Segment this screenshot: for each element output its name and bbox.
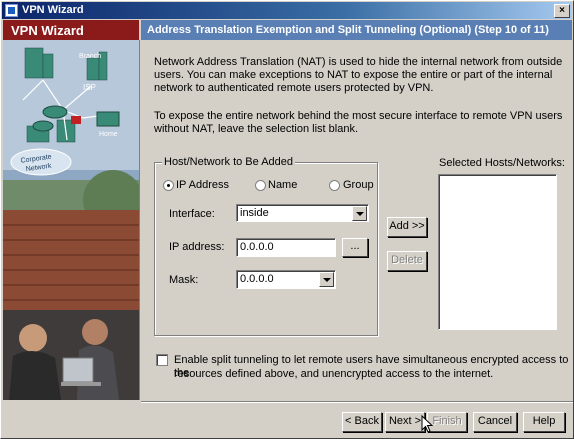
mask-label: Mask: (169, 274, 199, 286)
description-line: To expose the entire network behind the … (154, 110, 563, 122)
split-tunneling-checkbox[interactable] (156, 354, 168, 366)
close-icon[interactable]: × (554, 4, 570, 18)
sidebar-label-branch: Branch (79, 53, 101, 60)
back-button[interactable]: < Back (342, 412, 382, 432)
interface-label: Interface: (169, 208, 215, 220)
ip-address-label: IP address: (169, 241, 225, 253)
add-button[interactable]: Add >> (387, 217, 427, 237)
radio-group[interactable] (329, 180, 340, 191)
description-line: users. You can make exceptions to NAT to… (154, 69, 553, 81)
mask-value: 0.0.0.0 (240, 273, 274, 285)
dropdown-arrow-icon[interactable] (319, 272, 334, 287)
browse-button[interactable]: ... (342, 238, 368, 257)
next-button[interactable]: Next > (385, 412, 425, 432)
radio-name[interactable] (255, 180, 266, 191)
sidebar-title: VPN Wizard (11, 23, 84, 38)
window-title: VPN Wizard (22, 4, 84, 16)
title-bar[interactable]: VPN Wizard × (2, 2, 572, 19)
ip-address-value: 0.0.0.0 (240, 241, 274, 253)
delete-button[interactable]: Delete (387, 251, 427, 271)
step-title: Address Translation Exemption and Split … (147, 24, 549, 36)
sidebar-label-isp: ISP (83, 83, 96, 92)
split-tunneling-label[interactable]: resources defined above, and unencrypted… (174, 368, 493, 381)
description-line: without NAT, leave the selection list bl… (154, 123, 359, 135)
interface-value: inside (240, 207, 269, 219)
help-button[interactable]: Help (523, 412, 565, 432)
wizard-illustration: ISP Branch Home Corporate Network (3, 40, 140, 400)
vpn-wizard-icon (5, 4, 18, 17)
cancel-button[interactable]: Cancel (473, 412, 517, 432)
wizard-window: VPN Wizard × VPN Wizard ISP Branch Home … (0, 0, 574, 439)
step-header: Address Translation Exemption and Split … (141, 20, 572, 40)
radio-name-label[interactable]: Name (268, 179, 297, 191)
sidebar-header: VPN Wizard (3, 20, 139, 40)
selected-hosts-list[interactable] (438, 174, 557, 330)
description-line: network to authenticated remote users pr… (154, 82, 434, 94)
radio-ip-address[interactable] (163, 180, 174, 191)
radio-group-label[interactable]: Group (343, 179, 374, 191)
mouse-cursor-icon (421, 415, 434, 433)
ip-address-input[interactable]: 0.0.0.0 (236, 238, 336, 257)
radio-ip-address-label[interactable]: IP Address (176, 179, 229, 191)
mask-select[interactable]: 0.0.0.0 (236, 270, 336, 289)
groupbox-title: Host/Network to Be Added (162, 156, 296, 168)
footer-separator (141, 401, 573, 403)
sidebar-label-home: Home (99, 131, 118, 138)
dropdown-arrow-icon[interactable] (352, 206, 367, 221)
selected-list-title: Selected Hosts/Networks: (439, 157, 565, 169)
description-line: Network Address Translation (NAT) is use… (154, 56, 563, 68)
interface-select[interactable]: inside (236, 204, 369, 222)
